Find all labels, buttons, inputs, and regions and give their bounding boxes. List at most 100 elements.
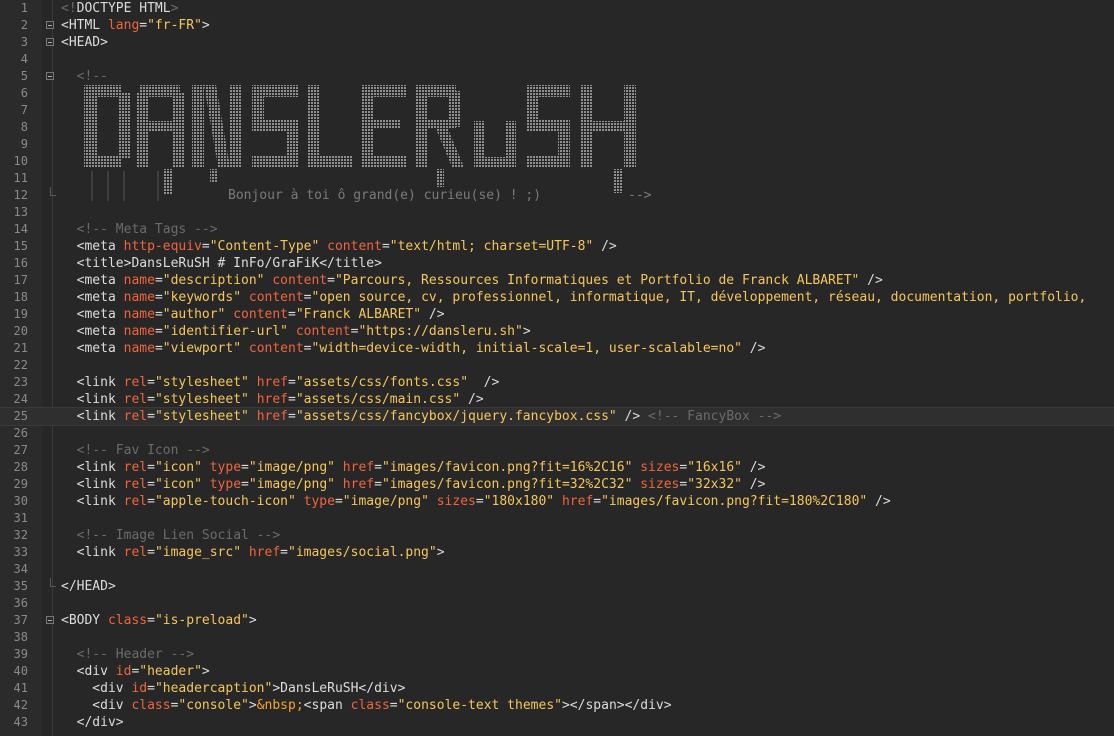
code-line[interactable]: 17 <meta name="description" content="Par…: [0, 272, 1114, 289]
attribute-value: "assets/css/main.css": [295, 392, 461, 407]
code-text[interactable]: <link rel="stylesheet" href="assets/css/…: [61, 391, 484, 408]
code-line[interactable]: 4: [0, 51, 1114, 68]
code-line-active[interactable]: 25 <link rel="stylesheet" href="assets/c…: [0, 407, 1114, 426]
code-text[interactable]: <HEAD>: [61, 34, 108, 51]
code-line[interactable]: 30 <link rel="apple-touch-icon" type="im…: [0, 493, 1114, 510]
line-number: 21: [13, 341, 28, 355]
code-line[interactable]: 41 <div id="headercaption">DansLeRuSH</d…: [0, 680, 1114, 697]
line-number: 40: [13, 664, 28, 678]
code-line[interactable]: 29 <link rel="icon" type="image/png" hre…: [0, 476, 1114, 493]
code-line[interactable]: 28 <link rel="icon" type="image/png" hre…: [0, 459, 1114, 476]
code-text[interactable]: <div id="headercaption">DansLeRuSH</div>: [61, 680, 405, 697]
code-token: <div: [61, 664, 116, 679]
code-line[interactable]: 38: [0, 629, 1114, 646]
code-text[interactable]: <link rel="icon" type="image/png" href="…: [61, 476, 766, 493]
ascii-comment-close: -->: [628, 188, 652, 203]
code-text[interactable]: <meta name="viewport" content="width=dev…: [61, 340, 766, 357]
code-text[interactable]: <div id="header">: [61, 663, 210, 680]
code-text[interactable]: <meta name="description" content="Parcou…: [61, 272, 883, 289]
line-number: 2: [20, 18, 28, 32]
code-line[interactable]: 31: [0, 510, 1114, 527]
fold-toggle-icon[interactable]: [46, 616, 54, 624]
code-token: =: [139, 18, 148, 33]
code-text[interactable]: <!-- Fav Icon -->: [61, 442, 210, 459]
line-number: 16: [13, 256, 28, 270]
code-text[interactable]: <meta name="author" content="Franck ALBA…: [61, 306, 445, 323]
attribute-value: "32x32": [687, 477, 742, 492]
attribute-name: sizes: [436, 494, 476, 509]
code-line[interactable]: 23 <link rel="stylesheet" href="assets/c…: [0, 374, 1114, 391]
fold-toggle-icon[interactable]: [46, 38, 54, 46]
code-text[interactable]: <link rel="icon" type="image/png" href="…: [61, 459, 766, 476]
code-text[interactable]: <!DOCTYPE HTML>: [61, 0, 178, 17]
code-line[interactable]: 40 <div id="header">: [0, 663, 1114, 680]
code-line[interactable]: 27 <!-- Fav Icon -->: [0, 442, 1114, 459]
code-line[interactable]: 14 <!-- Meta Tags -->: [0, 221, 1114, 238]
code-line[interactable]: 35 </HEAD>: [0, 578, 1114, 595]
code-text[interactable]: <link rel="image_src" href="images/socia…: [61, 544, 445, 561]
code-token: />: [867, 494, 891, 509]
code-text[interactable]: <BODY class="is-preload">: [61, 612, 257, 629]
code-text[interactable]: <link rel="stylesheet" href="assets/css/…: [61, 374, 500, 391]
ascii-greeting: Bonjour à toi ô grand(e) curieu(se) ! ;): [228, 188, 542, 203]
code-token: </HEAD>: [61, 579, 116, 594]
code-line[interactable]: 20 <meta name="identifier-url" content="…: [0, 323, 1114, 340]
line-number: 9: [20, 137, 28, 151]
code-line[interactable]: 34: [0, 561, 1114, 578]
code-text[interactable]: <meta name="keywords" content="open sour…: [61, 289, 1087, 306]
code-line[interactable]: 43 </div>: [0, 714, 1114, 731]
code-line[interactable]: 3 <HEAD>: [0, 34, 1114, 51]
attribute-name: name: [123, 273, 155, 288]
code-line[interactable]: 36: [0, 595, 1114, 612]
code-token: <HEAD>: [61, 35, 108, 50]
code-token: =: [679, 477, 688, 492]
code-line[interactable]: 26: [0, 425, 1114, 442]
code-line[interactable]: 18 <meta name="keywords" content="open s…: [0, 289, 1114, 306]
fold-toggle-icon[interactable]: [46, 21, 54, 29]
code-token: =: [147, 392, 155, 407]
attribute-value: "icon": [154, 460, 202, 475]
code-line[interactable]: 32 <!-- Image Lien Social -->: [0, 527, 1114, 544]
code-token: =: [679, 460, 688, 475]
code-text[interactable]: <!-- Meta Tags -->: [61, 221, 218, 238]
code-line[interactable]: 1 <!DOCTYPE HTML>: [0, 0, 1114, 17]
code-text[interactable]: <meta name="identifier-url" content="htt…: [61, 323, 531, 340]
code-line[interactable]: 39 <!-- Header -->: [0, 646, 1114, 663]
code-line[interactable]: 15 <meta http-equiv="Content-Type" conte…: [0, 238, 1114, 255]
code-text[interactable]: </HEAD>: [61, 578, 116, 595]
attribute-value: "Parcours, Ressources Informatiques et P…: [334, 273, 860, 288]
code-text[interactable]: </div>: [61, 714, 124, 731]
code-line[interactable]: 24 <link rel="stylesheet" href="assets/c…: [0, 391, 1114, 408]
attribute-value: "Content-Type": [209, 239, 320, 254]
code-line[interactable]: 19 <meta name="author" content="Franck A…: [0, 306, 1114, 323]
code-line[interactable]: 33 <link rel="image_src" href="images/so…: [0, 544, 1114, 561]
code-text[interactable]: <title>DansLeRuSH # InFo/GraFiK</title>: [61, 255, 382, 272]
code-token: <title>DansLeRuSH # InFo/GraFiK</title>: [61, 256, 382, 271]
code-token: =: [303, 341, 312, 356]
code-text[interactable]: <link rel="apple-touch-icon" type="image…: [61, 493, 891, 510]
code-comment: <!: [61, 1, 77, 16]
code-text[interactable]: <link rel="stylesheet" href="assets/css/…: [61, 408, 781, 425]
code-token: =: [288, 392, 296, 407]
code-line[interactable]: 42 <div class="console">&nbsp;<span clas…: [0, 697, 1114, 714]
code-text[interactable]: <div class="console">&nbsp;<span class="…: [61, 697, 671, 714]
attribute-value: "image/png": [342, 494, 429, 509]
code-line[interactable]: 22: [0, 357, 1114, 374]
code-editor[interactable]: 1 <!DOCTYPE HTML> 2 <HTML lang="fr-FR"> 3 <HE…: [0, 0, 1114, 736]
attribute-value: "header": [139, 664, 202, 679]
code-line[interactable]: 16 <title>DansLeRuSH # InFo/GraFiK</titl…: [0, 255, 1114, 272]
line-number: 5: [20, 69, 28, 83]
code-text[interactable]: <HTML lang="fr-FR">: [61, 17, 210, 34]
code-line[interactable]: 37 <BODY class="is-preload">: [0, 612, 1114, 629]
fold-toggle-icon[interactable]: [46, 72, 54, 80]
attribute-name: sizes: [640, 477, 680, 492]
code-line[interactable]: 2 <HTML lang="fr-FR">: [0, 17, 1114, 34]
code-text[interactable]: <meta http-equiv="Content-Type" content=…: [61, 238, 617, 255]
code-text[interactable]: <!-- Image Lien Social -->: [61, 527, 281, 544]
code-token: </div>: [61, 715, 124, 730]
code-line[interactable]: 21 <meta name="viewport" content="width=…: [0, 340, 1114, 357]
code-text[interactable]: <!-- Header -->: [61, 646, 194, 663]
